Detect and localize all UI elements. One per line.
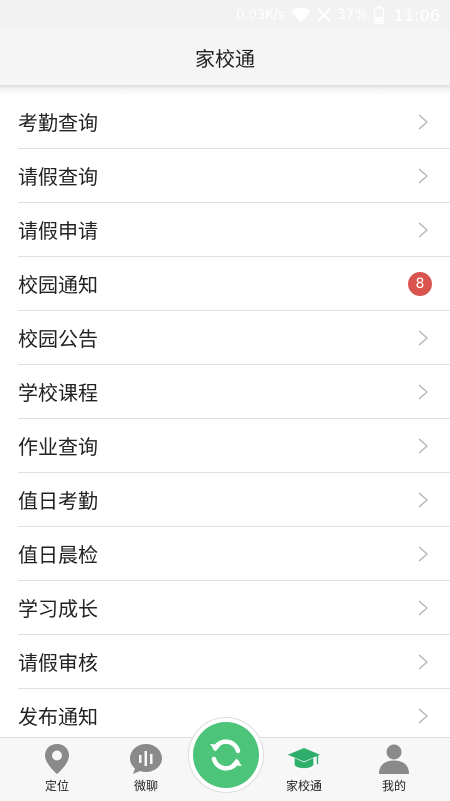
menu-item-label: 考勤查询: [18, 111, 98, 135]
user-icon: [377, 743, 411, 775]
menu-item-label: 校园通知: [18, 273, 98, 297]
chevron-right-icon: [418, 599, 428, 616]
chevron-right-icon: [418, 167, 428, 184]
menu-item-campus-notice[interactable]: 校园通知 8: [18, 257, 450, 311]
menu-item-leave-query[interactable]: 请假查询: [18, 149, 450, 203]
menu-item-label: 作业查询: [18, 435, 98, 459]
chevron-right-icon: [418, 221, 428, 238]
menu-item-label: 发布通知: [18, 705, 98, 729]
tab-label: 我的: [381, 779, 406, 793]
tab-voice-chat[interactable]: 微聊: [101, 738, 191, 801]
location-pin-icon: [40, 743, 74, 775]
menu-item-homework-query[interactable]: 作业查询: [18, 419, 450, 473]
battery-percent: 37%: [336, 7, 368, 23]
menu-item-label: 校园公告: [18, 327, 98, 351]
menu-item-school-courses[interactable]: 学校课程: [18, 365, 450, 419]
menu-list: 考勤查询 请假查询 请假申请 校园通知 8 校园公告 学校课程 作业查询 值日考…: [0, 95, 450, 743]
menu-item-leave-review[interactable]: 请假审核: [18, 635, 450, 689]
network-speed: 0.03K/s: [236, 7, 285, 23]
chevron-right-icon: [418, 113, 428, 130]
tab-mine[interactable]: 我的: [349, 738, 439, 801]
menu-item-label: 请假审核: [18, 651, 98, 675]
chevron-right-icon: [418, 329, 428, 346]
voice-chat-icon: [129, 743, 163, 775]
unread-badge: 8: [408, 271, 432, 296]
center-refresh-button[interactable]: [193, 722, 259, 788]
chevron-right-icon: [418, 707, 428, 724]
menu-item-label: 学校课程: [18, 381, 98, 405]
menu-item-leave-request[interactable]: 请假申请: [18, 203, 450, 257]
wifi-icon: [290, 7, 311, 22]
tab-label: 家校通: [285, 779, 322, 793]
menu-item-label: 请假申请: [18, 219, 98, 243]
graduation-cap-icon: [287, 743, 321, 775]
menu-item-duty-attendance[interactable]: 值日考勤: [18, 473, 450, 527]
battery-icon: [373, 6, 384, 24]
menu-item-label: 值日晨检: [18, 543, 98, 567]
menu-item-label: 请假查询: [18, 165, 98, 189]
page-header: 家校通: [0, 30, 450, 85]
tab-label: 定位: [44, 779, 69, 793]
clock: 11:06: [393, 5, 440, 25]
status-bar: 0.03K/s 37% 11:06: [0, 0, 450, 30]
chevron-right-icon: [418, 545, 428, 562]
tab-label: 微聊: [133, 779, 158, 793]
menu-item-learning-growth[interactable]: 学习成长: [18, 581, 450, 635]
page-title: 家校通: [195, 47, 255, 71]
menu-item-duty-morning-check[interactable]: 值日晨检: [18, 527, 450, 581]
menu-item-campus-announcement[interactable]: 校园公告: [18, 311, 450, 365]
chevron-right-icon: [418, 653, 428, 670]
chevron-right-icon: [418, 437, 428, 454]
menu-item-label: 学习成长: [18, 597, 98, 621]
header-shadow: [0, 85, 450, 95]
no-signal-icon: [317, 8, 331, 22]
tab-location[interactable]: 定位: [12, 738, 102, 801]
refresh-icon: [210, 739, 242, 771]
tab-home-school[interactable]: 家校通: [259, 738, 349, 801]
menu-item-attendance-query[interactable]: 考勤查询: [18, 95, 450, 149]
menu-item-label: 值日考勤: [18, 489, 98, 513]
chevron-right-icon: [418, 383, 428, 400]
chevron-right-icon: [418, 491, 428, 508]
